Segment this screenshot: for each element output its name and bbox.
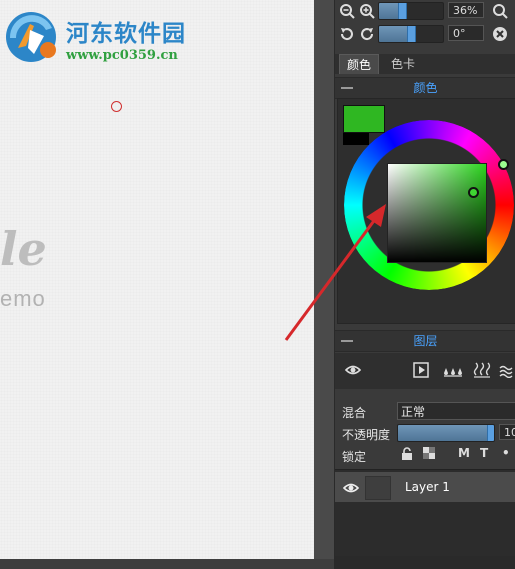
play-icon[interactable] <box>413 362 429 378</box>
drops-icon[interactable] <box>443 362 463 378</box>
background-color-swatch[interactable] <box>343 133 369 145</box>
panel-bottom-bar <box>335 556 515 569</box>
lock-t[interactable]: T <box>480 446 488 460</box>
transparency-lock-icon[interactable] <box>423 447 435 459</box>
layers-toolbar <box>335 353 515 389</box>
rotate-slider-knob[interactable] <box>407 26 416 42</box>
canvas-script-text: le <box>0 222 47 276</box>
lock-m[interactable]: M <box>458 446 470 460</box>
zoom-slider-knob[interactable] <box>398 3 407 19</box>
saturation-value-square[interactable] <box>387 163 487 263</box>
zoom-out-icon[interactable] <box>339 3 355 19</box>
layers-section-header[interactable]: 图层 <box>335 330 515 352</box>
lock-label: 锁定 <box>342 450 367 464</box>
rotate-right-icon[interactable] <box>359 26 375 42</box>
opacity-slider-knob[interactable] <box>487 425 494 441</box>
water-waves-icon[interactable] <box>499 362 515 378</box>
right-panel: 36% 0° 颜色 色卡 颜色 图层 混合 正常 不透明度 10 锁定 M T … <box>334 0 515 569</box>
zoom-slider[interactable] <box>378 2 444 20</box>
canvas-caption-text: emo <box>0 286 46 311</box>
opacity-slider[interactable] <box>397 424 495 442</box>
rotate-slider[interactable] <box>378 25 444 43</box>
heat-waves-icon[interactable] <box>473 362 491 378</box>
rotate-left-icon[interactable] <box>339 26 355 42</box>
layer-properties: 混合 正常 不透明度 10 锁定 M T • <box>335 398 515 468</box>
watermark-title: 河东软件园 <box>66 20 186 47</box>
canvas-scroll-gutter <box>314 0 334 569</box>
lock-dot[interactable]: • <box>502 446 510 460</box>
rotate-reset-icon[interactable] <box>492 26 508 42</box>
drawing-canvas[interactable]: 河东软件园 www.pc0359.cn le emo <box>0 0 314 559</box>
zoom-row: 36% <box>335 2 515 20</box>
watermark-url: www.pc0359.cn <box>66 48 178 63</box>
color-section-title: 颜色 <box>413 81 438 95</box>
zoom-fit-icon[interactable] <box>492 3 508 19</box>
layer-list: Layer 1 <box>335 469 515 556</box>
color-picker <box>337 98 515 324</box>
opacity-label: 不透明度 <box>342 428 391 442</box>
lock-icon[interactable] <box>401 447 413 460</box>
hue-wheel-knob[interactable] <box>498 159 509 170</box>
eye-icon[interactable] <box>343 480 359 496</box>
blend-mode-label: 混合 <box>342 406 367 420</box>
zoom-value[interactable]: 36% <box>448 2 484 18</box>
rotate-row: 0° <box>335 25 515 43</box>
layer-name[interactable]: Layer 1 <box>405 472 450 502</box>
panel-tabs: 颜色 色卡 <box>335 54 515 74</box>
opacity-value[interactable]: 10 <box>499 424 515 440</box>
tab-swatches[interactable]: 色卡 <box>383 54 423 74</box>
rotate-value[interactable]: 0° <box>448 25 484 41</box>
opacity-slider-fill <box>398 425 491 441</box>
foreground-color-swatch[interactable] <box>343 105 385 133</box>
blend-mode-select[interactable]: 正常 <box>397 402 515 420</box>
layers-section-title: 图层 <box>413 334 438 348</box>
zoom-in-icon[interactable] <box>359 3 375 19</box>
saturation-value-knob[interactable] <box>468 187 479 198</box>
watermark-logo-icon <box>6 12 56 62</box>
color-section-header[interactable]: 颜色 <box>335 77 515 99</box>
brush-cursor <box>111 101 122 112</box>
layer-visibility-menu-icon[interactable] <box>345 362 361 378</box>
layer-row[interactable]: Layer 1 <box>335 472 515 502</box>
layer-thumbnail <box>365 476 391 500</box>
tab-color[interactable]: 颜色 <box>339 54 379 74</box>
canvas-bottom-bar <box>0 559 334 569</box>
